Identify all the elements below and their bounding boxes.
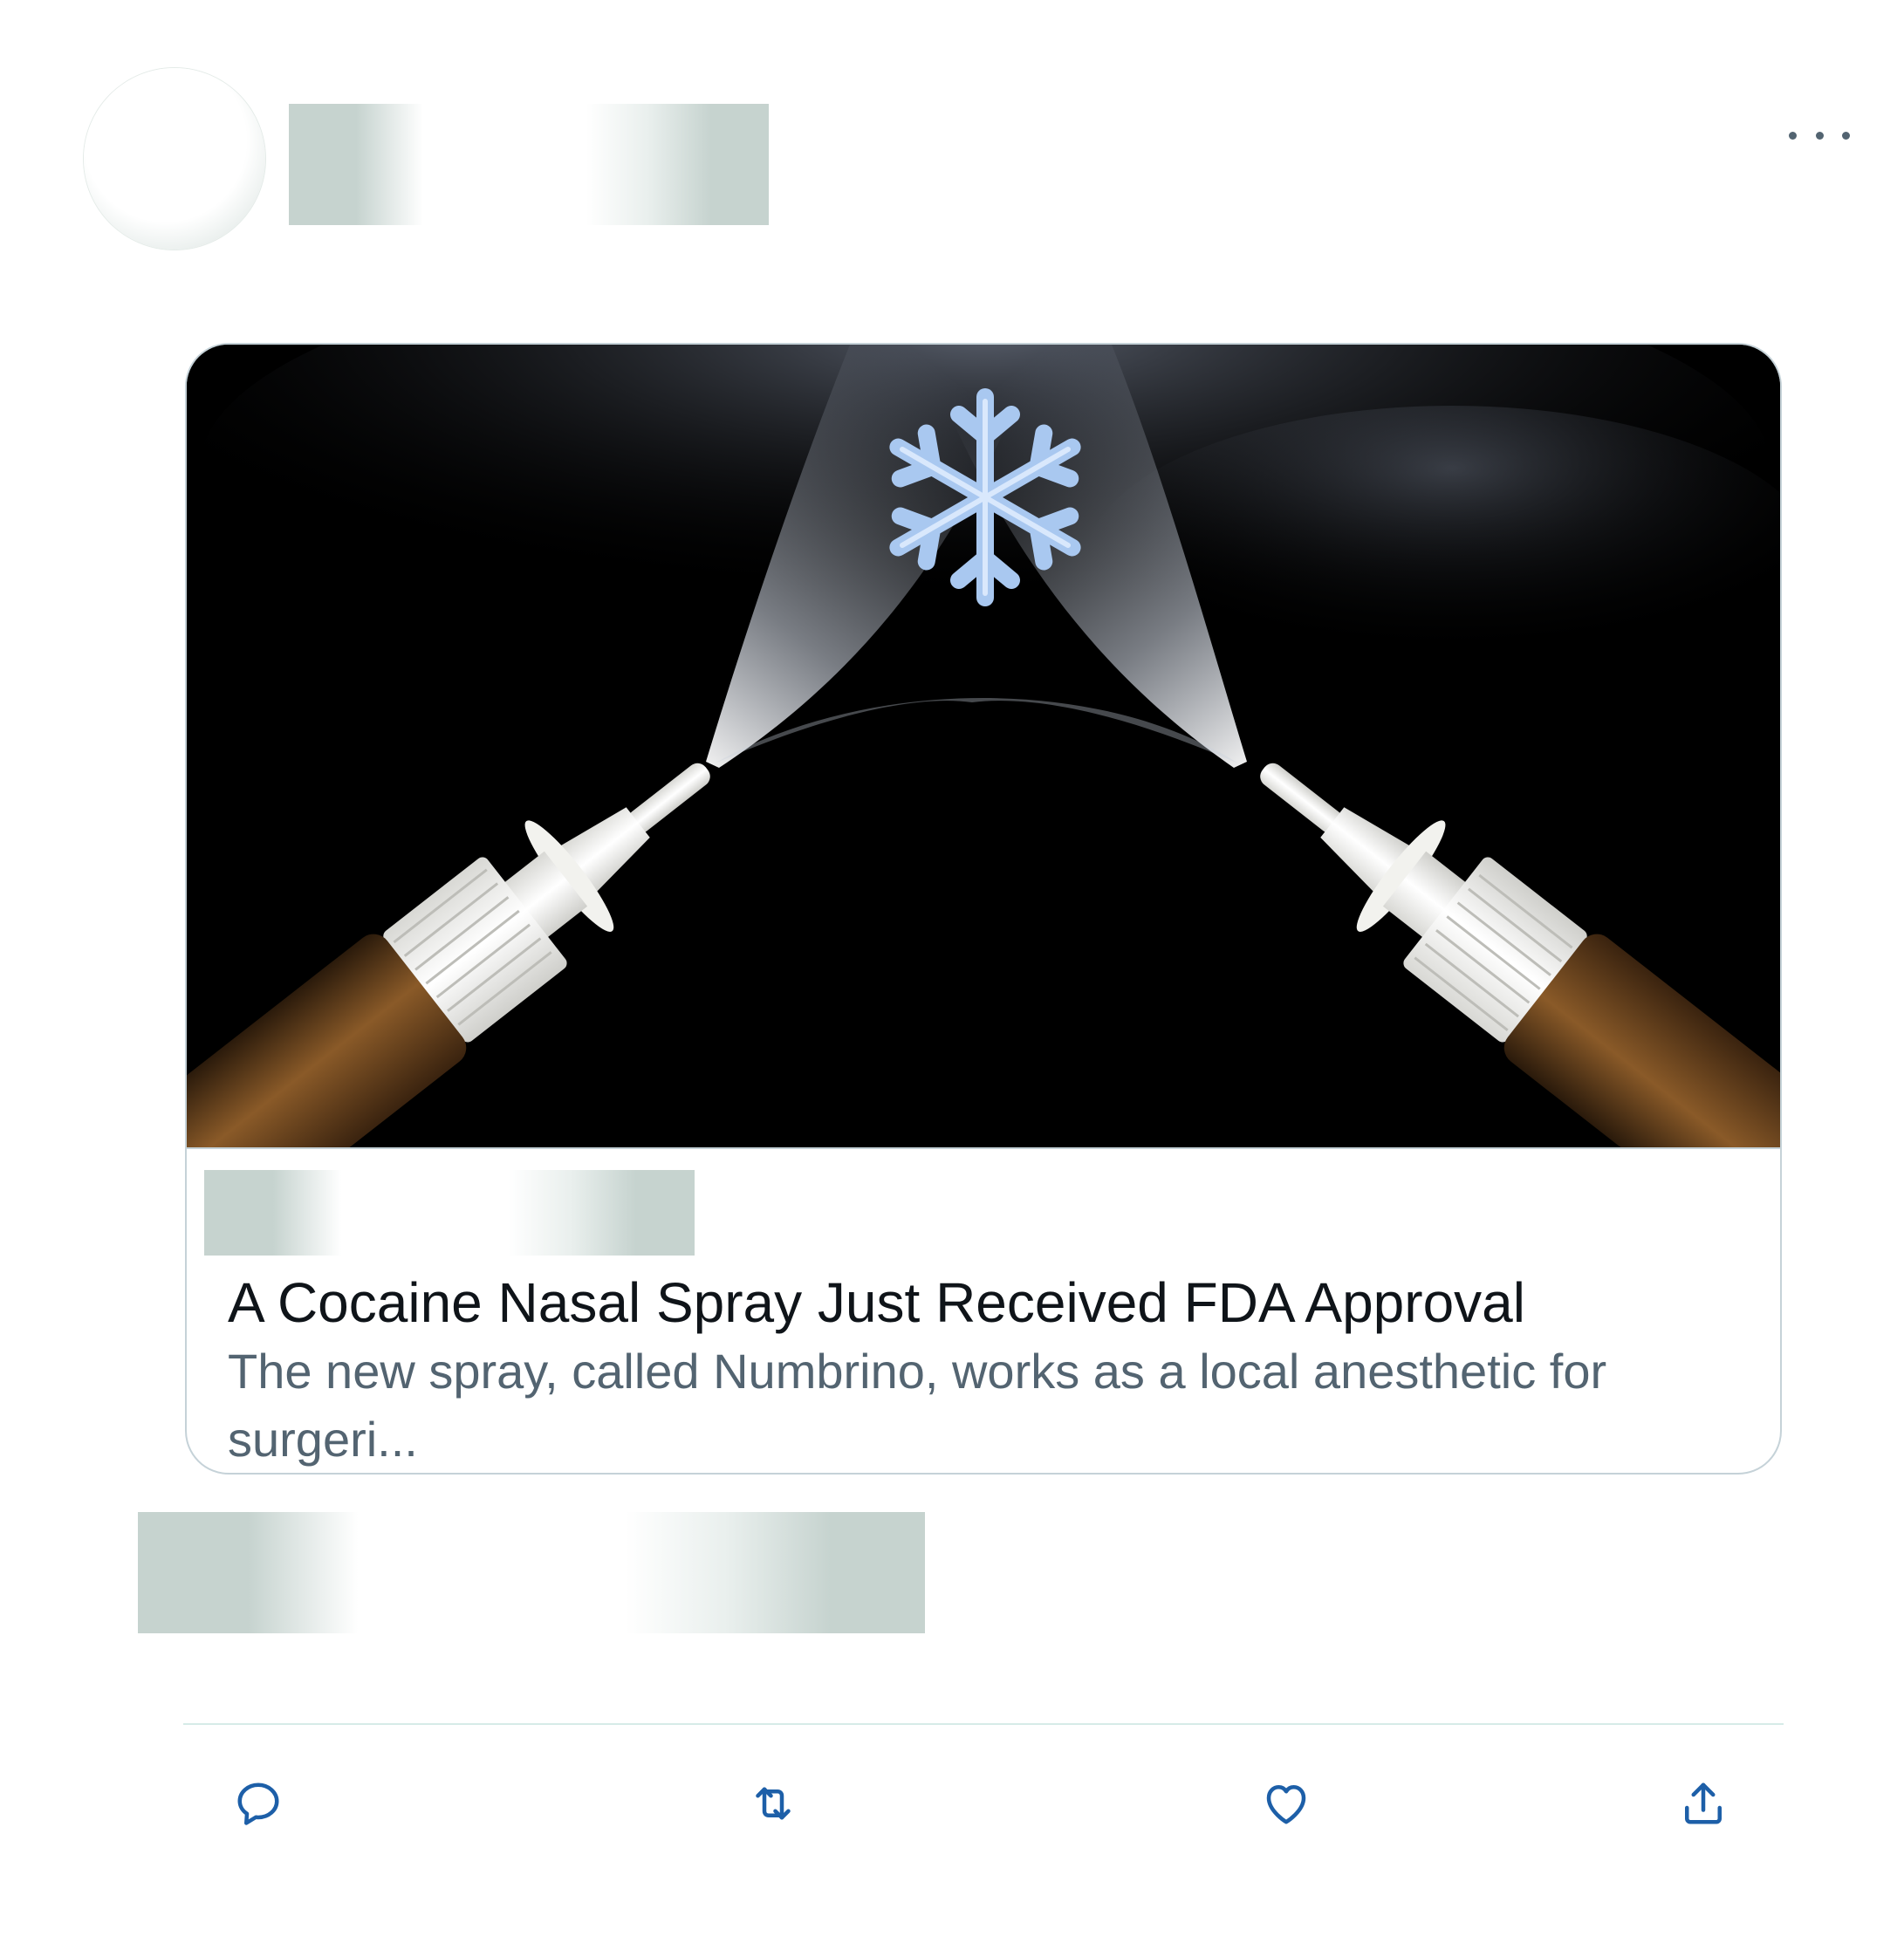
card-title[interactable]: A Cocaine Nasal Spray Just Received FDA … (228, 1268, 1711, 1338)
reply-icon[interactable] (232, 1777, 284, 1830)
card-image[interactable] (187, 345, 1780, 1147)
more-options-icon[interactable] (1789, 122, 1850, 148)
redacted-card-domain (204, 1170, 695, 1256)
action-bar-divider (183, 1723, 1784, 1725)
retweet-icon[interactable] (747, 1777, 799, 1830)
card-description: The new spray, called Numbrino, works as… (228, 1344, 1607, 1467)
share-icon[interactable] (1677, 1777, 1729, 1830)
redacted-timestamp (138, 1512, 925, 1633)
more-dot (1815, 131, 1824, 140)
more-dot (1842, 131, 1850, 140)
like-icon[interactable] (1260, 1777, 1312, 1830)
more-dot (1789, 131, 1797, 140)
link-preview-card[interactable]: A Cocaine Nasal Spray Just Received FDA … (185, 343, 1782, 1475)
card-divider (187, 1147, 1780, 1149)
avatar[interactable] (84, 68, 265, 250)
redacted-username (289, 104, 769, 225)
